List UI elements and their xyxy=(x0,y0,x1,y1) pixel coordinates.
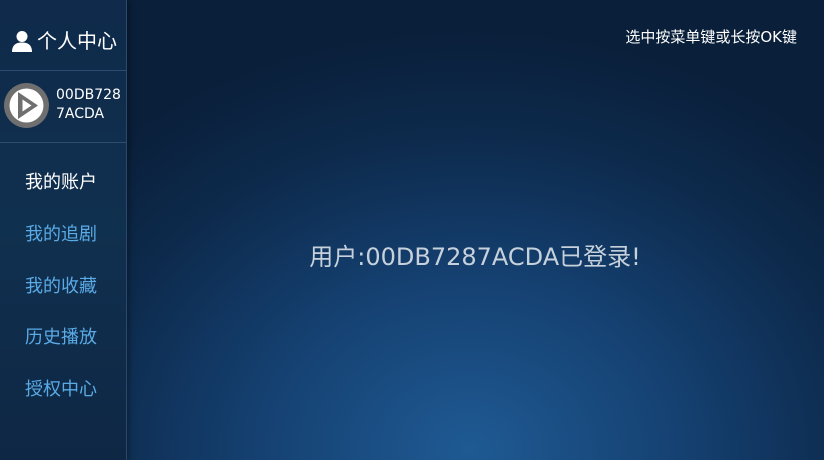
sidebar-header: 个人中心 xyxy=(0,0,126,71)
account-id: 00DB7287ACDA xyxy=(56,87,121,122)
sidebar-item-authorization-center[interactable]: 授权中心 xyxy=(25,378,97,402)
sidebar-title: 个人中心 xyxy=(37,29,117,53)
sidebar-item-my-favorites[interactable]: 我的收藏 xyxy=(25,275,97,299)
sidebar-item-my-series[interactable]: 我的追剧 xyxy=(25,223,97,247)
login-status-message: 用户:00DB7287ACDA已登录! xyxy=(309,243,641,271)
play-logo-icon xyxy=(4,83,49,128)
personal-center-screen: 个人中心 00DB7287ACDA 我的账户 我的追剧 我的收藏 历史播放 授权… xyxy=(0,0,824,460)
menu-key-hint: 选中按菜单键或长按OK键 xyxy=(625,28,797,46)
sidebar-item-my-account[interactable]: 我的账户 xyxy=(25,171,97,195)
sidebar: 个人中心 00DB7287ACDA 我的账户 我的追剧 我的收藏 历史播放 授权… xyxy=(0,0,127,460)
account-block: 00DB7287ACDA xyxy=(0,71,126,143)
sidebar-item-play-history[interactable]: 历史播放 xyxy=(25,326,97,350)
user-icon xyxy=(12,31,32,52)
